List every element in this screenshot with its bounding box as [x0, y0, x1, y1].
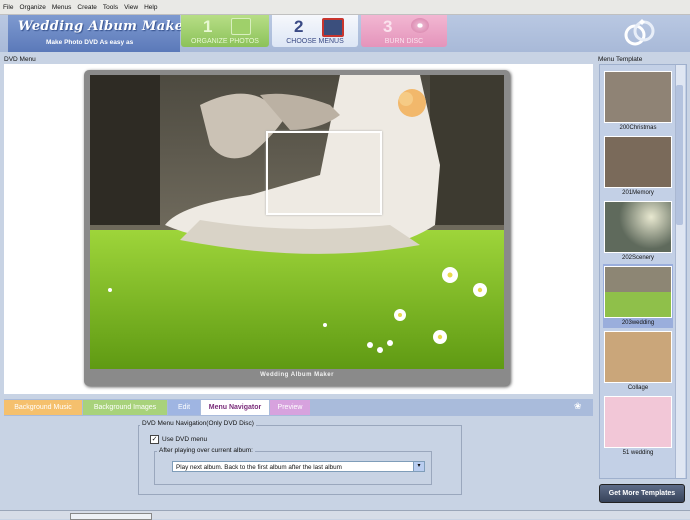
photos-icon	[231, 18, 251, 35]
menu-help[interactable]: Help	[141, 4, 160, 11]
step-organize-photos[interactable]: 1 ORGANIZE PHOTOS	[181, 15, 269, 47]
menu-tools[interactable]: Tools	[100, 4, 121, 11]
app-logo: Wedding Album Maker Gold Make Photo DVD …	[8, 15, 230, 52]
tab-bar: Background Music Background Images Edit …	[4, 399, 593, 416]
menu-view[interactable]: View	[121, 4, 141, 11]
menu-background-image	[90, 75, 504, 369]
template-item-selected[interactable]: 203wedding	[603, 264, 673, 328]
tab-menu-navigator[interactable]: Menu Navigator	[201, 400, 269, 415]
step-label: ORGANIZE PHOTOS	[191, 38, 259, 45]
menu-bar: File Organize Menus Create Tools View He…	[0, 0, 690, 15]
template-thumbnail	[604, 136, 672, 188]
template-name: Collage	[627, 385, 649, 391]
template-list[interactable]: 200Christmas 201Memory 202Scenery 203wed…	[599, 64, 687, 479]
menu-menus[interactable]: Menus	[49, 4, 75, 11]
app-header: Wedding Album Maker Gold Make Photo DVD …	[0, 15, 690, 52]
menu-file[interactable]: File	[0, 4, 16, 11]
menu-caption: Wedding Album Maker	[260, 372, 334, 378]
menu-navigator-panel: DVD Menu Navigation(Only DVD Disc) ✓ Use…	[4, 417, 593, 501]
use-dvd-menu-label: Use DVD menu	[162, 436, 208, 443]
chevron-down-icon[interactable]: ▾	[413, 462, 424, 471]
template-item[interactable]: 200Christmas	[603, 71, 673, 131]
wedding-rings-icon	[624, 19, 655, 46]
step-label: CHOOSE MENUS	[286, 38, 344, 45]
template-item[interactable]: 202Scenery	[603, 201, 673, 261]
step-number: 1	[203, 17, 213, 36]
decorative-flourish-icon: ❀	[574, 401, 582, 411]
template-name: 200Christmas	[619, 125, 657, 131]
tab-background-music[interactable]: Background Music	[4, 400, 82, 415]
template-thumbnail	[604, 266, 672, 318]
template-name: 203wedding	[621, 320, 655, 326]
template-item[interactable]: 201Memory	[603, 136, 673, 196]
template-thumbnail	[604, 71, 672, 123]
template-thumbnail	[604, 201, 672, 253]
menu-create[interactable]: Create	[74, 4, 100, 11]
dvd-menu-label: DVD Menu	[4, 56, 36, 63]
step-number: 2	[294, 17, 304, 36]
status-field	[70, 513, 152, 520]
disc-icon	[411, 18, 429, 33]
menu-button-frame[interactable]	[266, 131, 382, 215]
step-choose-menus[interactable]: 2 CHOOSE MENUS	[272, 15, 358, 47]
template-name: 51 wedding	[622, 450, 654, 456]
tab-edit[interactable]: Edit	[168, 400, 200, 415]
template-name: 202Scenery	[621, 255, 655, 261]
navigation-group-title: DVD Menu Navigation(Only DVD Disc)	[140, 420, 256, 427]
template-thumbnail	[604, 331, 672, 383]
tv-icon	[322, 18, 344, 37]
template-name: 201Memory	[622, 190, 654, 196]
template-item[interactable]: Collage	[603, 331, 673, 391]
after-playing-select[interactable]: Play next album. Back to the first album…	[172, 461, 425, 472]
logo-subtitle: Make Photo DVD As easy as	[46, 39, 134, 46]
get-more-templates-button[interactable]: Get More Templates	[599, 484, 685, 503]
template-thumbnail	[604, 396, 672, 448]
dvd-menu-preview[interactable]: Wedding Album Maker	[84, 70, 510, 386]
template-item[interactable]: 51 wedding	[603, 396, 673, 456]
use-dvd-menu-checkbox[interactable]: ✓ Use DVD menu	[150, 435, 207, 444]
menu-organize[interactable]: Organize	[16, 4, 48, 11]
step-label: BURN DISC	[384, 38, 424, 45]
tab-background-images[interactable]: Background Images	[83, 400, 167, 415]
step-burn-disc[interactable]: 3 BURN DISC	[361, 15, 447, 47]
menu-template-label: Menu Template	[598, 56, 643, 63]
checkbox-checked-icon[interactable]: ✓	[150, 435, 159, 444]
tab-preview[interactable]: Preview	[270, 400, 310, 415]
scrollbar-thumb[interactable]	[676, 85, 683, 225]
template-scrollbar[interactable]	[675, 65, 685, 478]
after-playing-value: Play next album. Back to the first album…	[176, 464, 342, 471]
after-playing-title: After playing over current album:	[157, 447, 255, 454]
step-number: 3	[383, 17, 393, 36]
